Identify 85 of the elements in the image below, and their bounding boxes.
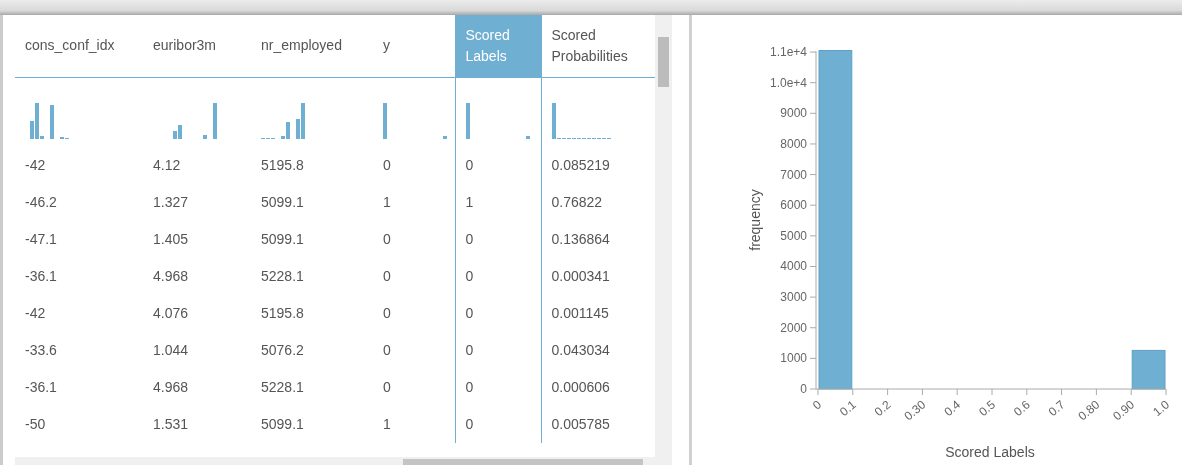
table-cell: 1 <box>465 194 474 210</box>
table-cell: 0.76822 <box>551 194 603 210</box>
y-tick-label: 1.0e+4 <box>769 75 807 90</box>
mini-histogram-drawing <box>551 101 612 139</box>
y-tick-label: 4000 <box>780 259 807 274</box>
x-tick-label: 0.30 <box>901 397 929 424</box>
y-tick-label: 8000 <box>780 136 807 151</box>
table-cell: 5099.1 <box>261 416 304 432</box>
table-cell: 5195.8 <box>261 305 304 321</box>
table-cell: 5076.2 <box>261 342 304 358</box>
table-cell: 0.136864 <box>551 231 610 247</box>
y-tick-label: 6000 <box>780 198 807 213</box>
table-cell: 0.085219 <box>551 157 610 173</box>
mini-histogram-drawing <box>261 101 306 139</box>
table-cell: 0.043034 <box>551 342 610 358</box>
histogram-bar <box>1131 349 1166 390</box>
y-tick-label: 2000 <box>780 320 807 335</box>
table-cell: 0 <box>465 268 474 284</box>
x-tick-label: 0.1 <box>836 397 859 419</box>
table-cell: -33.6 <box>25 342 57 358</box>
table-cell: -42 <box>25 157 46 173</box>
scrollbar-thumb[interactable] <box>658 37 670 87</box>
table-cell: -36.1 <box>25 379 57 395</box>
table-cell: 0 <box>383 231 391 247</box>
table-cell: 0.005785 <box>551 416 610 432</box>
x-tick-label: 0.6 <box>1010 397 1033 419</box>
x-axis-title: Scored Labels <box>945 444 1035 460</box>
column-header[interactable]: nr_employed <box>251 15 373 77</box>
table-cell: 4.968 <box>153 268 189 284</box>
table-cell: 1.405 <box>153 231 189 247</box>
y-tick-label: 5000 <box>780 228 807 243</box>
table-cell: 5228.1 <box>261 379 304 395</box>
table-cell: 4.968 <box>153 379 189 395</box>
table-cell: 1 <box>383 194 391 210</box>
y-tick-label: 7000 <box>780 167 807 182</box>
table-cell: 1.327 <box>153 194 189 210</box>
table-cell: 0 <box>383 379 391 395</box>
y-axis-title: frequency <box>747 189 763 251</box>
horizontal-scrollbar[interactable] <box>15 457 658 465</box>
column-header[interactable]: euribor3m <box>143 15 251 77</box>
table-cell: 0 <box>465 231 474 247</box>
table-cell: -46.2 <box>25 194 57 210</box>
table-cell: 0 <box>465 416 474 432</box>
x-tick-label: 1.0 <box>1150 397 1172 419</box>
table-cell: 5228.1 <box>261 268 304 284</box>
column-header[interactable]: cons_conf_idx <box>15 15 143 77</box>
y-tick-label: 9000 <box>780 106 807 121</box>
x-tick-label: 0.90 <box>1110 397 1138 424</box>
x-tick-label: 0.80 <box>1075 397 1103 424</box>
table-cell: 0 <box>383 268 391 284</box>
scrollbar-thumb[interactable] <box>403 459 643 465</box>
table-cell: 0.001145 <box>551 305 609 321</box>
y-tick-label: 1000 <box>780 351 807 366</box>
mini-histogram-drawing <box>465 101 531 139</box>
table-cell: -50 <box>25 416 46 432</box>
table-cell: 5195.8 <box>261 157 304 173</box>
table-cell: 4.12 <box>153 157 181 173</box>
table-cell: 0 <box>465 379 474 395</box>
x-tick-label: 0.5 <box>976 397 998 419</box>
table-cell: 0 <box>465 157 474 173</box>
table-cell: -47.1 <box>25 231 57 247</box>
table-cell: 0 <box>383 342 391 358</box>
x-tick-label: 0.4 <box>941 397 964 419</box>
table-cell: 0 <box>465 305 474 321</box>
table-cell: -36.1 <box>25 268 57 284</box>
y-tick-label: 0 <box>800 382 807 396</box>
table-cell: 0 <box>465 342 474 358</box>
vertical-scrollbar[interactable] <box>655 15 672 465</box>
table-cell: 4.076 <box>153 305 189 321</box>
table-cell: 1 <box>383 416 391 432</box>
x-tick-label: 0 <box>809 397 824 413</box>
table-cell: 5099.1 <box>261 231 304 247</box>
table-cell: 0 <box>383 157 391 173</box>
y-tick-label: 1.1e+4 <box>769 45 807 60</box>
y-tick-label: 3000 <box>780 290 807 305</box>
x-tick-label: 0.7 <box>1045 397 1068 419</box>
table-cell: -42 <box>25 305 46 321</box>
table-cell: 0.000341 <box>551 268 610 284</box>
table-cell: 1.044 <box>153 342 189 358</box>
mini-histogram-drawing <box>383 101 448 139</box>
table-cell: 0 <box>383 305 391 321</box>
x-tick-label: 0.2 <box>871 397 894 419</box>
table-cell: 5099.1 <box>261 194 304 210</box>
table-cell: 1.531 <box>153 416 189 432</box>
table-cell: 0.000606 <box>551 379 610 395</box>
